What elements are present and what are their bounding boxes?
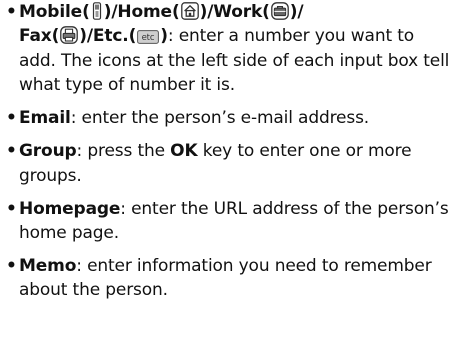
term-mobile: Mobile — [19, 2, 83, 22]
work-briefcase-icon — [270, 2, 289, 20]
paren-open: ( — [82, 2, 90, 22]
term-work: Work — [213, 2, 263, 22]
paren-close: ) — [79, 26, 87, 47]
term-email: Email — [19, 108, 71, 129]
field-description-list: • Mobile()/Home()/Work()/ Fax()/Etc.(etc… — [6, 0, 456, 303]
bullet: • — [6, 198, 17, 219]
ok-key-label: OK — [170, 141, 198, 162]
term-group: Group — [19, 141, 77, 162]
fax-icon — [60, 26, 79, 45]
term-home: Home — [117, 2, 172, 22]
list-item-number-fields: • Mobile()/Home()/Work()/ Fax()/Etc.(etc… — [6, 0, 456, 98]
manual-page: • Mobile()/Home()/Work()/ Fax()/Etc.(etc… — [0, 0, 460, 364]
bullet: • — [6, 141, 17, 162]
bullet: • — [6, 2, 17, 22]
mobile-phone-icon — [91, 2, 103, 20]
etc-icon: etc — [137, 30, 160, 45]
list-item-homepage: • Homepage: enter the URL address of the… — [6, 197, 456, 246]
memo-description: : enter information you need to remember… — [19, 256, 432, 301]
bullet: • — [6, 108, 17, 129]
email-description: : enter the person’s e-mail address. — [70, 108, 370, 129]
paren-open: ( — [51, 26, 60, 47]
svg-text:etc: etc — [142, 33, 155, 43]
home-icon — [180, 2, 199, 20]
group-description-start: : press the — [76, 141, 171, 162]
term-etc: Etc. — [92, 26, 129, 47]
paren-open: ( — [171, 2, 180, 22]
list-item-group: • Group: press the OK key to enter one o… — [6, 139, 456, 188]
list-item-memo: • Memo: enter information you need to re… — [6, 254, 456, 303]
paren-close: ) — [160, 26, 168, 47]
term-memo: Memo — [19, 256, 77, 277]
bullet: • — [6, 256, 17, 277]
paren-open: ( — [128, 26, 137, 47]
paren-open: ( — [262, 2, 270, 22]
slash: / — [297, 2, 304, 22]
term-homepage: Homepage — [19, 198, 121, 219]
list-item-email: • Email: enter the person’s e-mail addre… — [6, 106, 456, 130]
term-fax: Fax — [19, 26, 52, 47]
